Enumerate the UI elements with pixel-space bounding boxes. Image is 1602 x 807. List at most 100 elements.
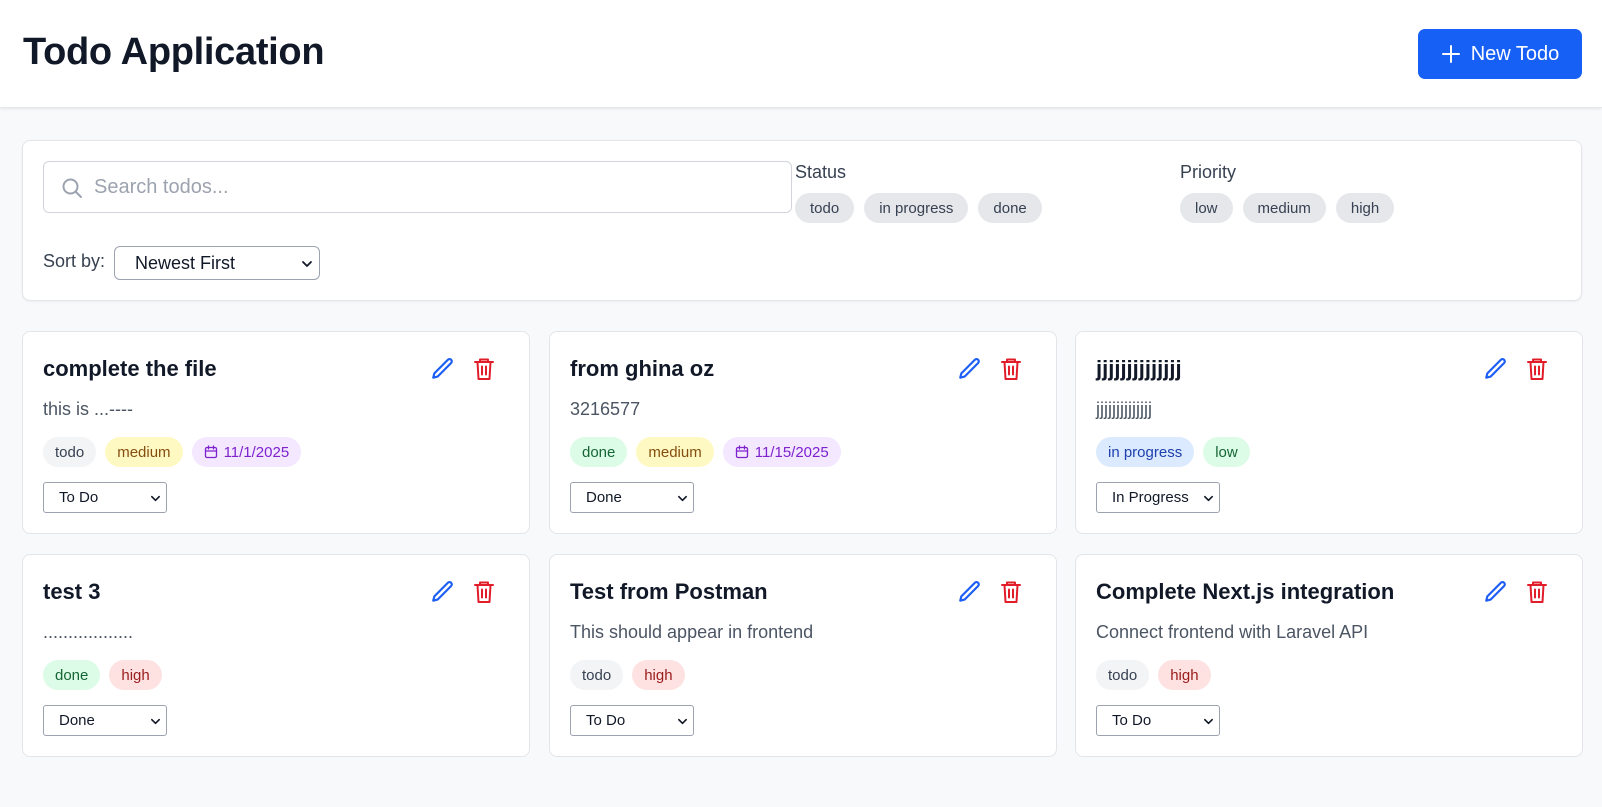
priority-badge: medium (636, 437, 714, 467)
todo-tags: done high (43, 660, 162, 690)
pencil-icon (1483, 581, 1509, 609)
trash-icon (999, 358, 1023, 386)
todo-card: jjjjjjjjjjjjjj jjjjjjjjjjjjjj in progress l… (1075, 331, 1583, 534)
priority-badge: medium (105, 437, 183, 467)
app-title: Todo Application (23, 31, 325, 73)
plus-icon (1441, 45, 1460, 63)
priority-chip-medium[interactable]: medium (1242, 193, 1326, 223)
edit-button[interactable] (957, 579, 983, 605)
trash-icon (472, 581, 496, 609)
pencil-icon (430, 581, 456, 609)
priority-badge: low (1203, 437, 1250, 467)
due-date-text: 11/1/2025 (223, 443, 290, 461)
delete-button[interactable] (1525, 579, 1549, 605)
todo-title: from ghina oz (570, 356, 715, 381)
chevron-down-icon (302, 261, 312, 267)
priority-badge: high (109, 660, 162, 690)
trash-icon (1525, 358, 1549, 386)
status-select[interactable]: Done (43, 705, 167, 736)
priority-chip-high[interactable]: high (1335, 193, 1395, 223)
edit-button[interactable] (1483, 356, 1509, 382)
todo-description: This should appear in frontend (570, 622, 814, 642)
delete-button[interactable] (999, 356, 1023, 382)
todo-tags: todo high (570, 660, 685, 690)
todo-card: Complete Next.js integration Connect fron… (1075, 554, 1583, 757)
status-filter-label: Status (795, 162, 847, 182)
status-select[interactable]: To Do (43, 482, 167, 513)
priority-filter-chips: low medium high (1180, 193, 1395, 223)
chevron-down-icon (1204, 495, 1213, 502)
todo-title: jjjjjjjjjjjjjj (1096, 356, 1182, 381)
due-date-badge: 11/15/2025 (722, 437, 841, 467)
pencil-icon (957, 358, 983, 386)
priority-chip-low[interactable]: low (1180, 193, 1233, 223)
todo-tags: done medium 11/15/2025 (570, 437, 841, 467)
status-select[interactable]: In Progress (1096, 482, 1220, 513)
todo-tags: in progress low (1096, 437, 1250, 467)
todo-tags: todo high (1096, 660, 1211, 690)
trash-icon (1525, 581, 1549, 609)
edit-button[interactable] (957, 356, 983, 382)
status-badge: done (43, 660, 101, 690)
priority-badge: high (632, 660, 685, 690)
trash-icon (472, 358, 496, 386)
status-select-value: To Do (586, 712, 626, 729)
status-badge: in progress (1096, 437, 1195, 467)
calendar-icon (735, 445, 749, 459)
pencil-icon (430, 358, 456, 386)
pencil-icon (1483, 358, 1509, 386)
chevron-down-icon (151, 495, 160, 502)
todo-description: 3216577 (570, 399, 641, 419)
todo-description: jjjjjjjjjjjjjj (1096, 399, 1152, 419)
sort-label: Sort by: (43, 251, 106, 271)
new-todo-button-label: New Todo (1470, 42, 1560, 65)
edit-button[interactable] (430, 356, 456, 382)
search-icon (62, 178, 82, 198)
chevron-down-icon (1204, 718, 1213, 725)
todo-card: Test from Postman This should appear in f… (549, 554, 1057, 757)
status-select[interactable]: To Do (1096, 705, 1220, 736)
new-todo-button[interactable]: New Todo (1418, 29, 1582, 79)
status-chip-done[interactable]: done (978, 193, 1042, 223)
edit-button[interactable] (1483, 579, 1509, 605)
todo-title: test 3 (43, 579, 101, 604)
calendar-icon (204, 445, 218, 459)
status-chip-todo[interactable]: todo (795, 193, 855, 223)
todo-title: Complete Next.js integration (1096, 579, 1395, 604)
status-badge: done (570, 437, 628, 467)
search-box[interactable] (43, 161, 792, 213)
todo-card: complete the file this is ...---- todo medi… (22, 331, 530, 534)
status-select-value: In Progress (1112, 489, 1189, 506)
status-badge: todo (570, 660, 624, 690)
edit-button[interactable] (430, 579, 456, 605)
delete-button[interactable] (1525, 356, 1549, 382)
sort-select[interactable]: Newest First (114, 246, 320, 280)
chevron-down-icon (678, 718, 687, 725)
status-select[interactable]: To Do (570, 705, 694, 736)
todo-card: test 3.................. done high Done (22, 554, 530, 757)
delete-button[interactable] (472, 356, 496, 382)
status-select-value: Done (59, 712, 95, 729)
todo-description: .................. (43, 622, 134, 642)
trash-icon (999, 581, 1023, 609)
delete-button[interactable] (999, 579, 1023, 605)
top-bar: Todo Application New Todo (0, 0, 1602, 108)
search-input[interactable] (94, 162, 774, 212)
chevron-down-icon (151, 718, 160, 725)
status-select-value: Done (586, 489, 622, 506)
pencil-icon (957, 581, 983, 609)
status-chip-in-progress[interactable]: in progress (864, 193, 969, 223)
chevron-down-icon (678, 495, 687, 502)
todo-title: Test from Postman (570, 579, 768, 604)
todo-card: from ghina oz 3216577 done medium 11/15/2025… (549, 331, 1057, 534)
priority-badge: high (1158, 660, 1211, 690)
delete-button[interactable] (472, 579, 496, 605)
status-select[interactable]: Done (570, 482, 694, 513)
filter-panel: Status todo in progress done Priority lo… (22, 140, 1582, 301)
due-date-badge: 11/1/2025 (191, 437, 302, 467)
status-select-value: To Do (59, 489, 99, 506)
priority-filter-label: Priority (1180, 162, 1237, 182)
todo-description: Connect frontend with Laravel API (1096, 622, 1369, 642)
due-date-text: 11/15/2025 (754, 443, 829, 461)
todo-description: this is ...---- (43, 399, 133, 419)
